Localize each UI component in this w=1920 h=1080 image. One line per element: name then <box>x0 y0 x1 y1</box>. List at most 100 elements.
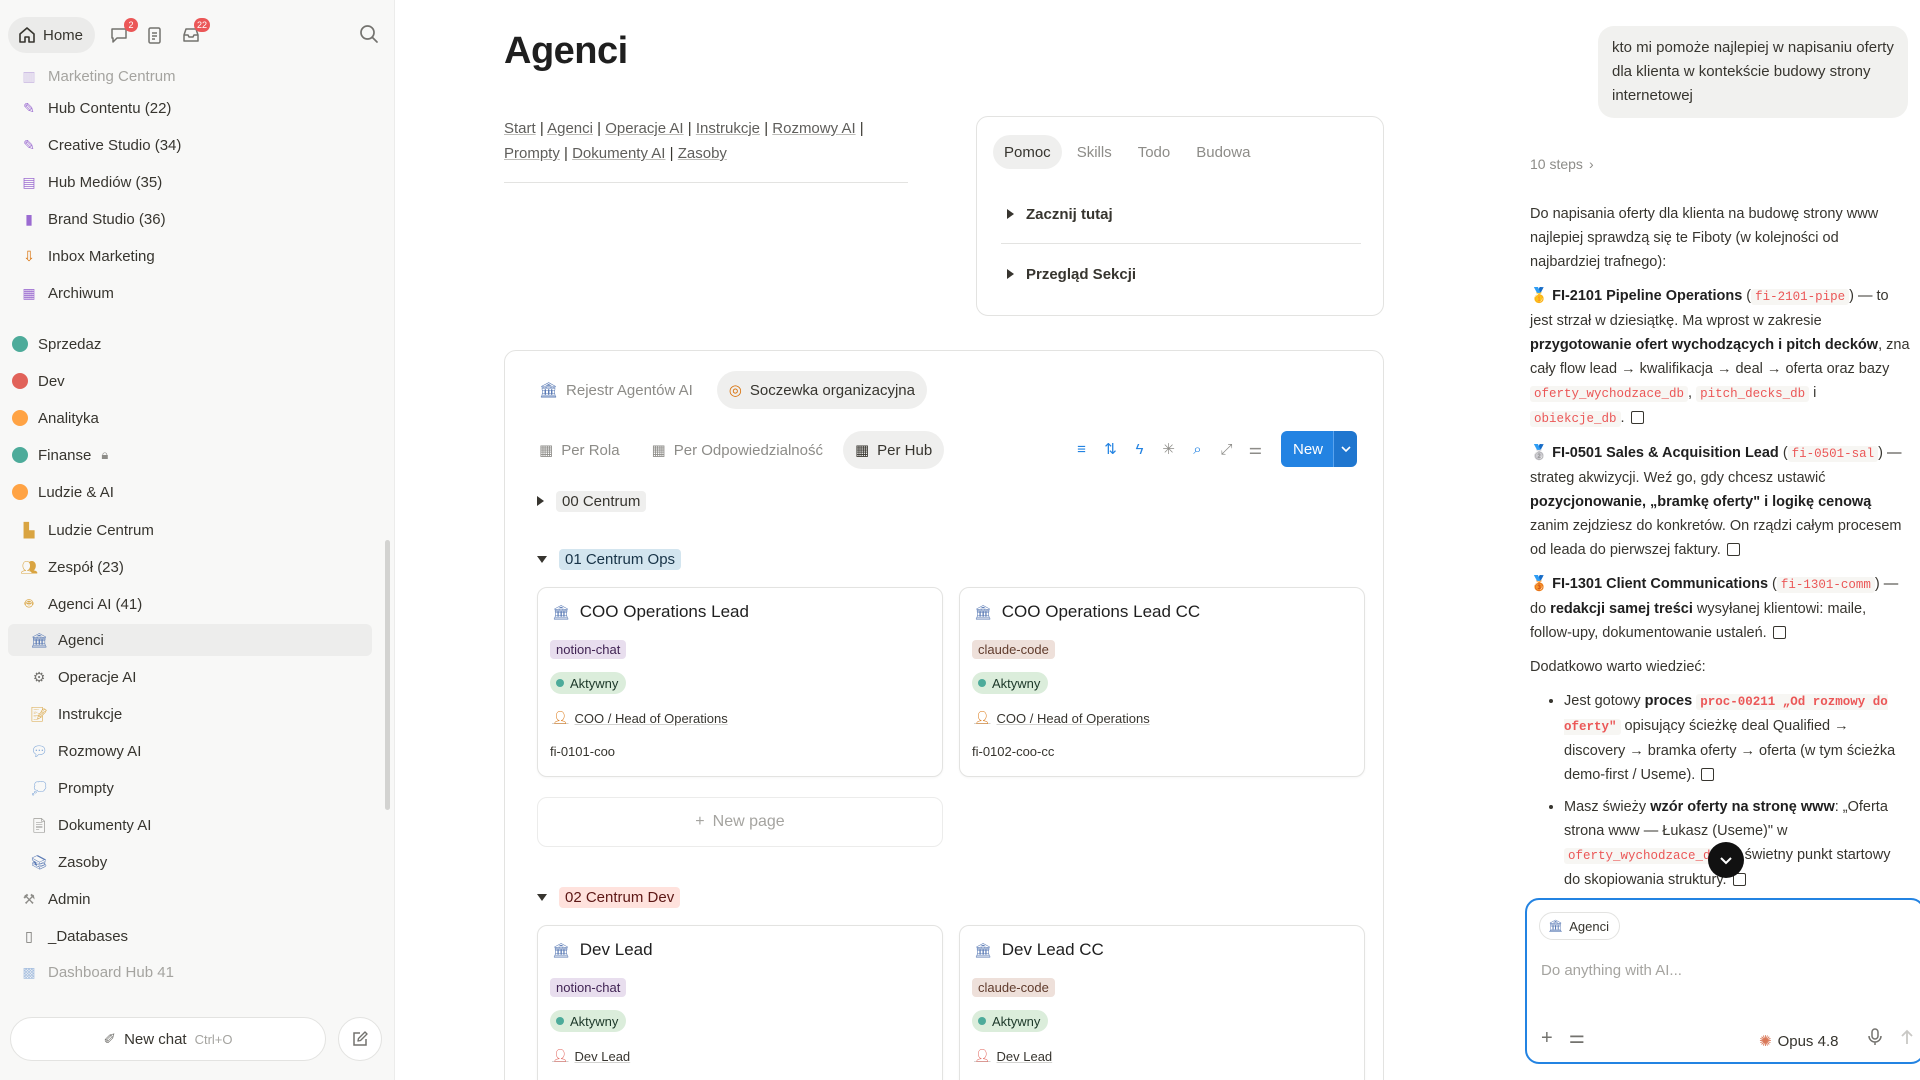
chat-button[interactable]: 2 <box>107 18 139 47</box>
sidebar-item-agenci-ai[interactable]: 🤖︎ Agenci AI (41) <box>8 588 372 620</box>
tab-pomoc[interactable]: Pomoc <box>993 135 1062 169</box>
link-start[interactable]: Start <box>504 120 536 137</box>
main-content: Agenci Start | Agenci | Operacje AI | In… <box>396 0 1502 1080</box>
agent-card[interactable]: 🏛︎ Dev Lead notion-chat Aktywny 👤︎ Dev Lea… <box>537 925 943 1080</box>
sidebar-item-archiwum[interactable]: ▦ Archiwum <box>8 277 372 309</box>
tab-skills[interactable]: Skills <box>1066 135 1123 169</box>
group-01-centrum-ops[interactable]: 01 Centrum Ops <box>537 545 682 573</box>
sidebar-item-finanse[interactable]: Finanse 🔒︎ <box>0 439 364 471</box>
view-per-hub[interactable]: ▦ Per Hub <box>842 431 945 469</box>
agent-card[interactable]: 🏛︎ Dev Lead CC claude-code Aktywny 👤︎ Dev … <box>959 925 1365 1080</box>
steps-toggle[interactable]: 10 steps › <box>1530 156 1594 172</box>
citation-icon[interactable] <box>1701 768 1715 781</box>
sidebar-item-admin[interactable]: ⚒ Admin <box>8 883 372 915</box>
settings-sliders-icon[interactable]: ⚌ <box>1569 1027 1585 1050</box>
new-chat-shortcut: Ctrl+O <box>194 1031 233 1047</box>
link-instrukcje[interactable]: Instrukcje <box>696 120 760 137</box>
context-chip[interactable]: 🏛︎ Agenci <box>1539 912 1620 940</box>
sidebar-item-ludzie-ai[interactable]: Ludzie & AI <box>0 476 364 508</box>
agent-card[interactable]: 🏛︎ COO Operations Lead notion-chat Aktywn… <box>537 587 943 777</box>
tab-soczewka-organizacyjna[interactable]: ◎ Soczewka organizacyjna <box>716 371 927 409</box>
sidebar-item-hub-mediow[interactable]: ▤ Hub Mediów (35) <box>8 166 372 198</box>
sidebar-item-dokumenty-ai[interactable]: 📄︎ Dokumenty AI <box>8 809 372 841</box>
tasks-button[interactable] <box>143 23 167 47</box>
bank-icon: 🏛︎ <box>30 631 48 648</box>
role-link[interactable]: 👤︎ COO / Head of Operations <box>974 710 1150 726</box>
toggle-zacznij-tutaj[interactable]: Zacznij tutaj <box>1007 199 1367 229</box>
link-operacje-ai[interactable]: Operacje AI <box>605 120 683 137</box>
person-icon: 👤︎ <box>552 1048 569 1063</box>
sidebar-item-zasoby[interactable]: 📚︎ Zasoby <box>8 846 372 878</box>
sidebar-item-dev[interactable]: Dev <box>0 365 364 397</box>
sidebar-item-creative-studio[interactable]: ✎ Creative Studio (34) <box>8 129 372 161</box>
sidebar-item-marketing-centrum[interactable]: ▥ Marketing Centrum <box>8 60 372 92</box>
page-title: Agenci <box>504 30 628 72</box>
sidebar-item-inbox-marketing[interactable]: ⇩ Inbox Marketing <box>8 240 372 272</box>
role-link[interactable]: 👤︎ COO / Head of Operations <box>552 710 728 726</box>
filter-icon[interactable]: ≡ <box>1072 440 1091 459</box>
database-toolbar: ≡ ⇅ ϟ ✳ ⌕ ⤢ ⚌ New <box>1072 431 1357 467</box>
sidebar-scrollbar[interactable] <box>385 540 390 810</box>
card-title: 🏛︎ Dev Lead CC <box>974 940 1104 959</box>
model-selector[interactable]: ✺ Opus 4.8 <box>1759 1032 1838 1051</box>
send-icon[interactable] <box>1899 1028 1915 1050</box>
sidebar: Home 2 22 ▥ Marketing Centrum ✎ Hub Conten… <box>0 0 395 1080</box>
sidebar-item-analityka[interactable]: Analityka <box>0 402 364 434</box>
toggle-przeglad-sekcji[interactable]: Przegląd Sekcji <box>1007 259 1367 289</box>
citation-icon[interactable] <box>1726 543 1740 556</box>
new-page-button[interactable]: + New page <box>537 797 943 847</box>
home-icon <box>19 27 35 43</box>
sidebar-item-operacje-ai[interactable]: ⚙ Operacje AI <box>8 661 372 693</box>
view-per-rola[interactable]: ▦ Per Rola <box>527 431 632 469</box>
new-entry-button[interactable]: New <box>1280 431 1357 467</box>
link-dokumenty-ai[interactable]: Dokumenty AI <box>572 145 665 162</box>
tab-rejestr-agentow[interactable]: 🏛︎ Rejestr Agentów AI <box>527 371 705 409</box>
sidebar-item-prompty[interactable]: 💭︎ Prompty <box>8 772 372 804</box>
link-rozmowy-ai[interactable]: Rozmowy AI <box>772 120 855 137</box>
view-per-odpowiedzialnosc[interactable]: ▦ Per Odpowiedzialność <box>640 431 835 469</box>
scroll-to-bottom-button[interactable] <box>1708 842 1744 878</box>
citation-icon[interactable] <box>1772 626 1786 639</box>
reply-extra-heading: Dodatkowo warto wiedzieć: <box>1530 659 1706 675</box>
board-icon: ▦ <box>651 442 666 459</box>
group-02-centrum-dev[interactable]: 02 Centrum Dev <box>537 883 681 911</box>
link-prompty[interactable]: Prompty <box>504 145 560 162</box>
link-zasoby[interactable]: Zasoby <box>678 145 727 162</box>
sidebar-item-brand-studio[interactable]: ▮ Brand Studio (36) <box>8 203 372 235</box>
chart-icon: ▙ <box>23 521 35 538</box>
settings-sliders-icon[interactable]: ⚌ <box>1246 440 1265 459</box>
sidebar-item-hub-contentu[interactable]: ✎ Hub Contentu (22) <box>8 92 372 124</box>
tab-todo[interactable]: Todo <box>1127 135 1182 169</box>
sidebar-item-agenci[interactable]: 🏛︎ Agenci <box>8 624 372 656</box>
group-00-centrum[interactable]: 00 Centrum <box>537 487 647 515</box>
automation-icon[interactable]: ϟ <box>1130 440 1149 459</box>
new-chat-button[interactable]: ✐ New chat Ctrl+O <box>10 1017 326 1061</box>
search-button[interactable] <box>358 23 380 49</box>
role-link[interactable]: 👤︎ Dev Lead <box>552 1048 630 1064</box>
sort-icon[interactable]: ⇅ <box>1101 440 1120 459</box>
sidebar-item-zespol[interactable]: 👥︎ Zespół (23) <box>8 551 372 583</box>
home-button[interactable]: Home <box>8 17 96 53</box>
tab-budowa[interactable]: Budowa <box>1185 135 1261 169</box>
sidebar-item-dashboard-hub[interactable]: ▩ Dashboard Hub 41 <box>8 956 372 988</box>
microphone-icon[interactable] <box>1867 1028 1883 1050</box>
compose-button[interactable] <box>338 1017 382 1061</box>
chat-input[interactable]: Do anything with AI... <box>1541 962 1682 979</box>
sidebar-item-ludzie-centrum[interactable]: ▙ Ludzie Centrum <box>8 514 372 546</box>
sidebar-item-rozmowy-ai[interactable]: 💬︎ Rozmowy AI <box>8 735 372 767</box>
chat-input-box[interactable]: 🏛︎ Agenci Do anything with AI... + ⚌ ✺ O… <box>1525 898 1920 1064</box>
ai-sparkle-icon[interactable]: ✳ <box>1159 440 1178 459</box>
agent-card[interactable]: 🏛︎ COO Operations Lead CC claude-code Akt… <box>959 587 1365 777</box>
search-icon[interactable]: ⌕ <box>1188 440 1207 459</box>
sidebar-item-instrukcje[interactable]: 📝︎ Instrukcje <box>8 698 372 730</box>
expand-icon[interactable]: ⤢ <box>1217 440 1236 459</box>
plus-icon[interactable]: + <box>1541 1027 1553 1050</box>
status-badge: Aktywny <box>550 1010 627 1032</box>
sidebar-item-sprzedaz[interactable]: Sprzedaz <box>0 328 364 360</box>
role-link[interactable]: 👤︎ Dev Lead <box>974 1048 1052 1064</box>
sidebar-item-databases[interactable]: ▯ _Databases <box>8 920 372 952</box>
link-agenci[interactable]: Agenci <box>547 120 593 137</box>
chevron-down-icon[interactable] <box>1333 431 1357 467</box>
citation-icon[interactable] <box>1630 411 1644 424</box>
inbox-button[interactable]: 22 <box>179 18 211 47</box>
